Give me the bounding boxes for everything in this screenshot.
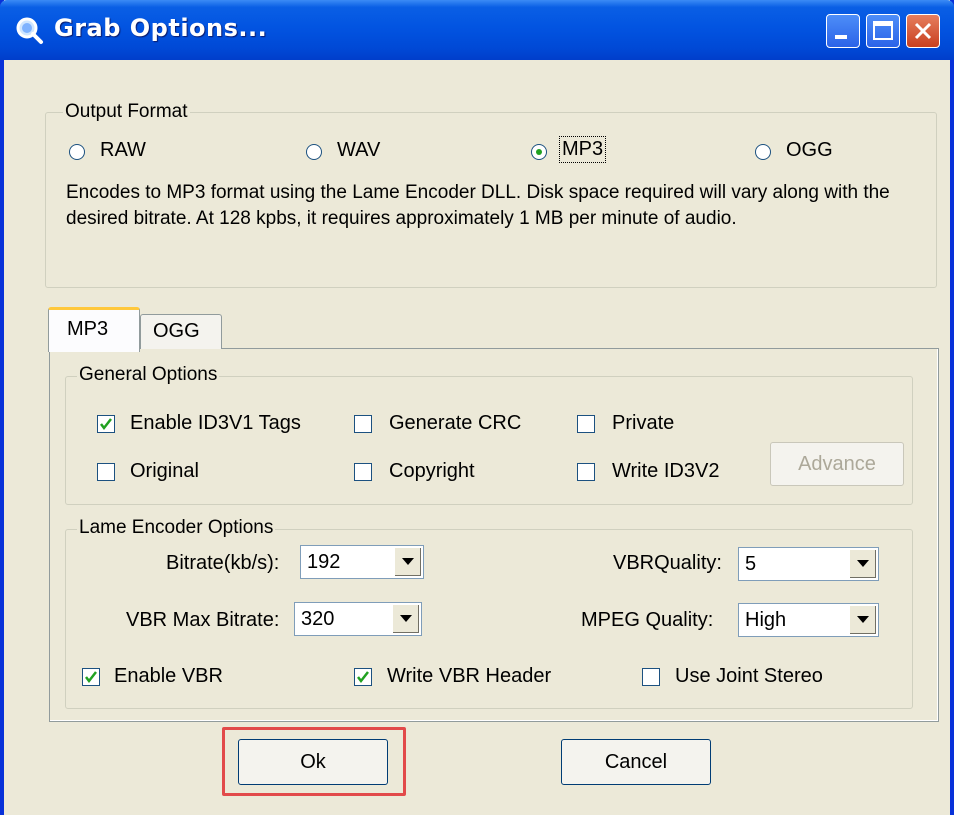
vbr-max-bitrate-label: VBR Max Bitrate: bbox=[126, 609, 280, 631]
radio-ogg[interactable] bbox=[755, 144, 771, 160]
chevron-down-icon bbox=[402, 558, 414, 565]
checkmark-icon bbox=[357, 671, 369, 684]
generate-crc-checkbox[interactable] bbox=[354, 415, 372, 433]
generate-crc-label[interactable]: Generate CRC bbox=[389, 412, 521, 435]
tab-ogg[interactable]: OGG bbox=[140, 314, 222, 349]
radio-mp3[interactable] bbox=[531, 144, 547, 160]
maximize-icon bbox=[873, 21, 893, 40]
lame-encoder-options-label: Lame Encoder Options bbox=[77, 517, 276, 539]
radio-wav[interactable] bbox=[306, 144, 322, 160]
write-vbr-header-checkbox[interactable] bbox=[354, 668, 372, 686]
general-options-label: General Options bbox=[77, 364, 220, 386]
write-id3v2-checkbox[interactable] bbox=[577, 463, 595, 481]
copyright-checkbox[interactable] bbox=[354, 463, 372, 481]
copyright-label[interactable]: Copyright bbox=[389, 460, 475, 483]
write-vbr-header-label[interactable]: Write VBR Header bbox=[387, 665, 551, 688]
radio-raw-label[interactable]: RAW bbox=[100, 139, 146, 162]
use-joint-stereo-checkbox[interactable] bbox=[642, 668, 660, 686]
minimize-icon bbox=[835, 35, 847, 39]
mpeg-quality-value: High bbox=[745, 609, 787, 631]
bitrate-label: Bitrate(kb/s): bbox=[166, 552, 280, 574]
original-checkbox[interactable] bbox=[97, 463, 115, 481]
maximize-button[interactable] bbox=[866, 14, 900, 48]
private-label[interactable]: Private bbox=[612, 412, 674, 435]
enable-id3v1-label[interactable]: Enable ID3V1 Tags bbox=[130, 412, 301, 435]
tab-mp3[interactable]: MP3 bbox=[48, 307, 140, 352]
checkmark-icon bbox=[100, 418, 112, 431]
output-format-label: Output Format bbox=[63, 101, 190, 123]
enable-vbr-label[interactable]: Enable VBR bbox=[114, 665, 223, 688]
mpeg-quality-dropdown-arrow[interactable] bbox=[849, 605, 877, 635]
cancel-button[interactable]: Cancel bbox=[561, 739, 711, 785]
checkmark-icon bbox=[85, 671, 97, 684]
write-id3v2-label[interactable]: Write ID3V2 bbox=[612, 460, 719, 483]
app-magnifier-icon bbox=[16, 17, 43, 44]
vbr-max-bitrate-dropdown-arrow[interactable] bbox=[392, 604, 420, 634]
close-icon bbox=[914, 22, 932, 40]
tab-mp3-label: MP3 bbox=[67, 318, 109, 340]
window-title: Grab Options... bbox=[54, 14, 268, 42]
bitrate-value: 192 bbox=[307, 551, 341, 573]
ok-button-highlight bbox=[222, 727, 406, 796]
original-label[interactable]: Original bbox=[130, 460, 199, 483]
chevron-down-icon bbox=[400, 615, 412, 622]
format-description: Encodes to MP3 format using the Lame Enc… bbox=[66, 182, 890, 229]
advance-button[interactable]: Advance bbox=[770, 442, 904, 486]
title-bar[interactable]: Grab Options... bbox=[0, 0, 954, 60]
private-checkbox[interactable] bbox=[577, 415, 595, 433]
bitrate-dropdown-arrow[interactable] bbox=[394, 547, 422, 577]
minimize-button[interactable] bbox=[826, 14, 860, 48]
radio-raw[interactable] bbox=[69, 144, 85, 160]
enable-id3v1-checkbox[interactable] bbox=[97, 415, 115, 433]
mpeg-quality-select[interactable]: High bbox=[738, 603, 879, 637]
close-button[interactable] bbox=[906, 14, 940, 48]
vbr-max-bitrate-select[interactable]: 320 bbox=[294, 602, 422, 636]
bitrate-select[interactable]: 192 bbox=[300, 545, 424, 579]
use-joint-stereo-label[interactable]: Use Joint Stereo bbox=[675, 665, 823, 688]
vbr-quality-select[interactable]: 5 bbox=[738, 547, 879, 581]
radio-mp3-label[interactable]: MP3 bbox=[558, 136, 607, 163]
vbr-quality-dropdown-arrow[interactable] bbox=[849, 549, 877, 579]
chevron-down-icon bbox=[857, 616, 869, 623]
grab-options-dialog: Grab Options... Output Format RAW WAV MP… bbox=[0, 0, 954, 815]
radio-wav-label[interactable]: WAV bbox=[337, 139, 380, 162]
vbr-max-bitrate-value: 320 bbox=[301, 608, 335, 630]
enable-vbr-checkbox[interactable] bbox=[82, 668, 100, 686]
chevron-down-icon bbox=[857, 560, 869, 567]
tab-ogg-label: OGG bbox=[153, 320, 200, 342]
vbr-quality-label: VBRQuality: bbox=[613, 552, 722, 574]
vbr-quality-value: 5 bbox=[745, 553, 757, 575]
radio-ogg-label[interactable]: OGG bbox=[786, 139, 833, 162]
mpeg-quality-label: MPEG Quality: bbox=[581, 609, 714, 631]
